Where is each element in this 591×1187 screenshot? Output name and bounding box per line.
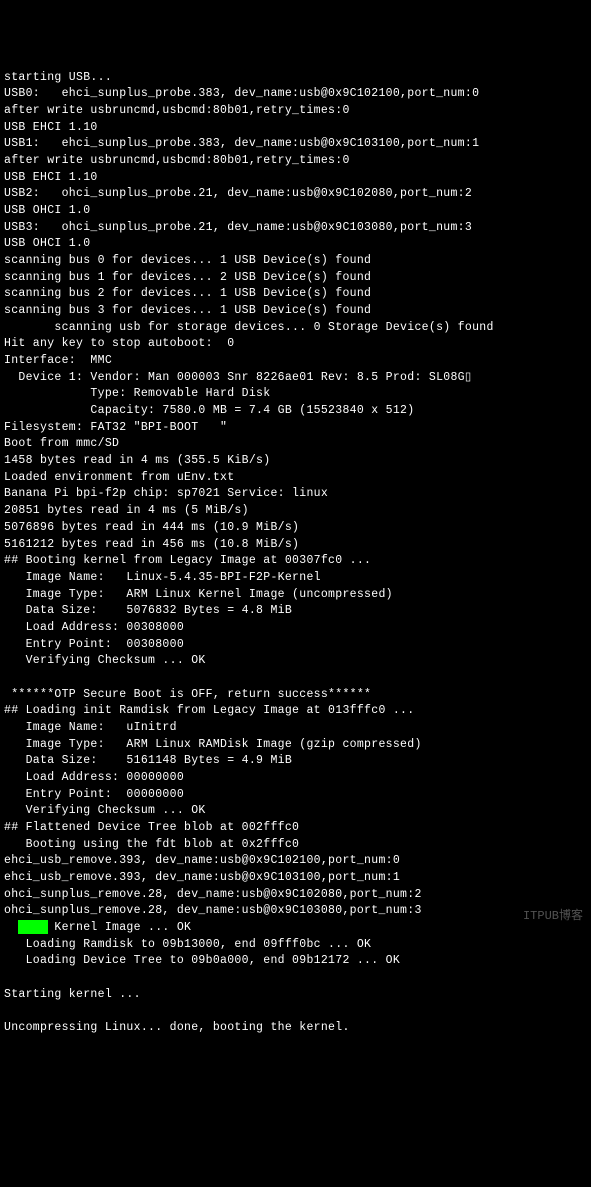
terminal-line: Entry Point: 00000000 bbox=[4, 787, 587, 804]
terminal-line: Image Type: ARM Linux RAMDisk Image (gzi… bbox=[4, 737, 587, 754]
terminal-line bbox=[4, 670, 587, 687]
terminal-line: 5076896 bytes read in 444 ms (10.9 MiB/s… bbox=[4, 520, 587, 537]
terminal-line: USB EHCI 1.10 bbox=[4, 120, 587, 137]
terminal-line: Verifying Checksum ... OK bbox=[4, 803, 587, 820]
terminal-line: USB0: ehci_sunplus_probe.383, dev_name:u… bbox=[4, 86, 587, 103]
terminal-cursor bbox=[18, 920, 48, 934]
terminal-line: starting USB... bbox=[4, 70, 587, 87]
terminal-line: Loaded environment from uEnv.txt bbox=[4, 470, 587, 487]
terminal-line: Device 1: Vendor: Man 000003 Snr 8226ae0… bbox=[4, 370, 587, 387]
terminal-line: scanning bus 1 for devices... 2 USB Devi… bbox=[4, 270, 587, 287]
terminal-line: Data Size: 5161148 Bytes = 4.9 MiB bbox=[4, 753, 587, 770]
terminal-line: ## Flattened Device Tree blob at 002fffc… bbox=[4, 820, 587, 837]
terminal-line: Banana Pi bpi-f2p chip: sp7021 Service: … bbox=[4, 486, 587, 503]
terminal-line: ohci_sunplus_remove.28, dev_name:usb@0x9… bbox=[4, 903, 587, 920]
terminal-line: XIP Kernel Image ... OK bbox=[4, 920, 587, 937]
terminal-line: scanning bus 3 for devices... 1 USB Devi… bbox=[4, 303, 587, 320]
terminal-line: USB OHCI 1.0 bbox=[4, 203, 587, 220]
watermark-text: ITPUB博客 bbox=[523, 908, 583, 925]
terminal-line: Interface: MMC bbox=[4, 353, 587, 370]
terminal-line: scanning bus 0 for devices... 1 USB Devi… bbox=[4, 253, 587, 270]
terminal-line: Loading Ramdisk to 09b13000, end 09fff0b… bbox=[4, 937, 587, 954]
terminal-line: ## Booting kernel from Legacy Image at 0… bbox=[4, 553, 587, 570]
terminal-line: Image Type: ARM Linux Kernel Image (unco… bbox=[4, 587, 587, 604]
terminal-line: Load Address: 00000000 bbox=[4, 770, 587, 787]
cursor-line bbox=[4, 904, 48, 941]
terminal-line: Starting kernel ... bbox=[4, 987, 587, 1004]
terminal-line: Booting using the fdt blob at 0x2fffc0 bbox=[4, 837, 587, 854]
terminal-line: after write usbruncmd,usbcmd:80b01,retry… bbox=[4, 153, 587, 170]
terminal-line: Image Name: uInitrd bbox=[4, 720, 587, 737]
terminal-line: scanning bus 2 for devices... 1 USB Devi… bbox=[4, 286, 587, 303]
terminal-line: Boot from mmc/SD bbox=[4, 436, 587, 453]
terminal-line: USB3: ohci_sunplus_probe.21, dev_name:us… bbox=[4, 220, 587, 237]
terminal-line: Data Size: 5076832 Bytes = 4.8 MiB bbox=[4, 603, 587, 620]
terminal-line: Capacity: 7580.0 MB = 7.4 GB (15523840 x… bbox=[4, 403, 587, 420]
terminal-line: Loading Device Tree to 09b0a000, end 09b… bbox=[4, 953, 587, 970]
terminal-line: scanning usb for storage devices... 0 St… bbox=[4, 320, 587, 337]
terminal-line bbox=[4, 1003, 587, 1020]
terminal-line: ohci_sunplus_remove.28, dev_name:usb@0x9… bbox=[4, 887, 587, 904]
terminal-line: ehci_usb_remove.393, dev_name:usb@0x9C10… bbox=[4, 853, 587, 870]
terminal-line: USB1: ehci_sunplus_probe.383, dev_name:u… bbox=[4, 136, 587, 153]
terminal-line: Filesystem: FAT32 "BPI-BOOT " bbox=[4, 420, 587, 437]
terminal-output: starting USB...USB0: ehci_sunplus_probe.… bbox=[4, 70, 587, 1037]
terminal-line: ## Loading init Ramdisk from Legacy Imag… bbox=[4, 703, 587, 720]
terminal-line: Type: Removable Hard Disk bbox=[4, 386, 587, 403]
terminal-line: USB EHCI 1.10 bbox=[4, 170, 587, 187]
terminal-line: 1458 bytes read in 4 ms (355.5 KiB/s) bbox=[4, 453, 587, 470]
terminal-line: ******OTP Secure Boot is OFF, return suc… bbox=[4, 687, 587, 704]
terminal-line: Uncompressing Linux... done, booting the… bbox=[4, 1020, 587, 1037]
terminal-line: Entry Point: 00308000 bbox=[4, 637, 587, 654]
terminal-line: Verifying Checksum ... OK bbox=[4, 653, 587, 670]
terminal-line: Image Name: Linux-5.4.35-BPI-F2P-Kernel bbox=[4, 570, 587, 587]
terminal-line: ehci_usb_remove.393, dev_name:usb@0x9C10… bbox=[4, 870, 587, 887]
terminal-line: 20851 bytes read in 4 ms (5 MiB/s) bbox=[4, 503, 587, 520]
terminal-line: Load Address: 00308000 bbox=[4, 620, 587, 637]
terminal-line: USB OHCI 1.0 bbox=[4, 236, 587, 253]
terminal-line: after write usbruncmd,usbcmd:80b01,retry… bbox=[4, 103, 587, 120]
terminal-line: USB2: ohci_sunplus_probe.21, dev_name:us… bbox=[4, 186, 587, 203]
terminal-line: Hit any key to stop autoboot: 0 bbox=[4, 336, 587, 353]
terminal-line: 5161212 bytes read in 456 ms (10.8 MiB/s… bbox=[4, 537, 587, 554]
terminal-line bbox=[4, 970, 587, 987]
